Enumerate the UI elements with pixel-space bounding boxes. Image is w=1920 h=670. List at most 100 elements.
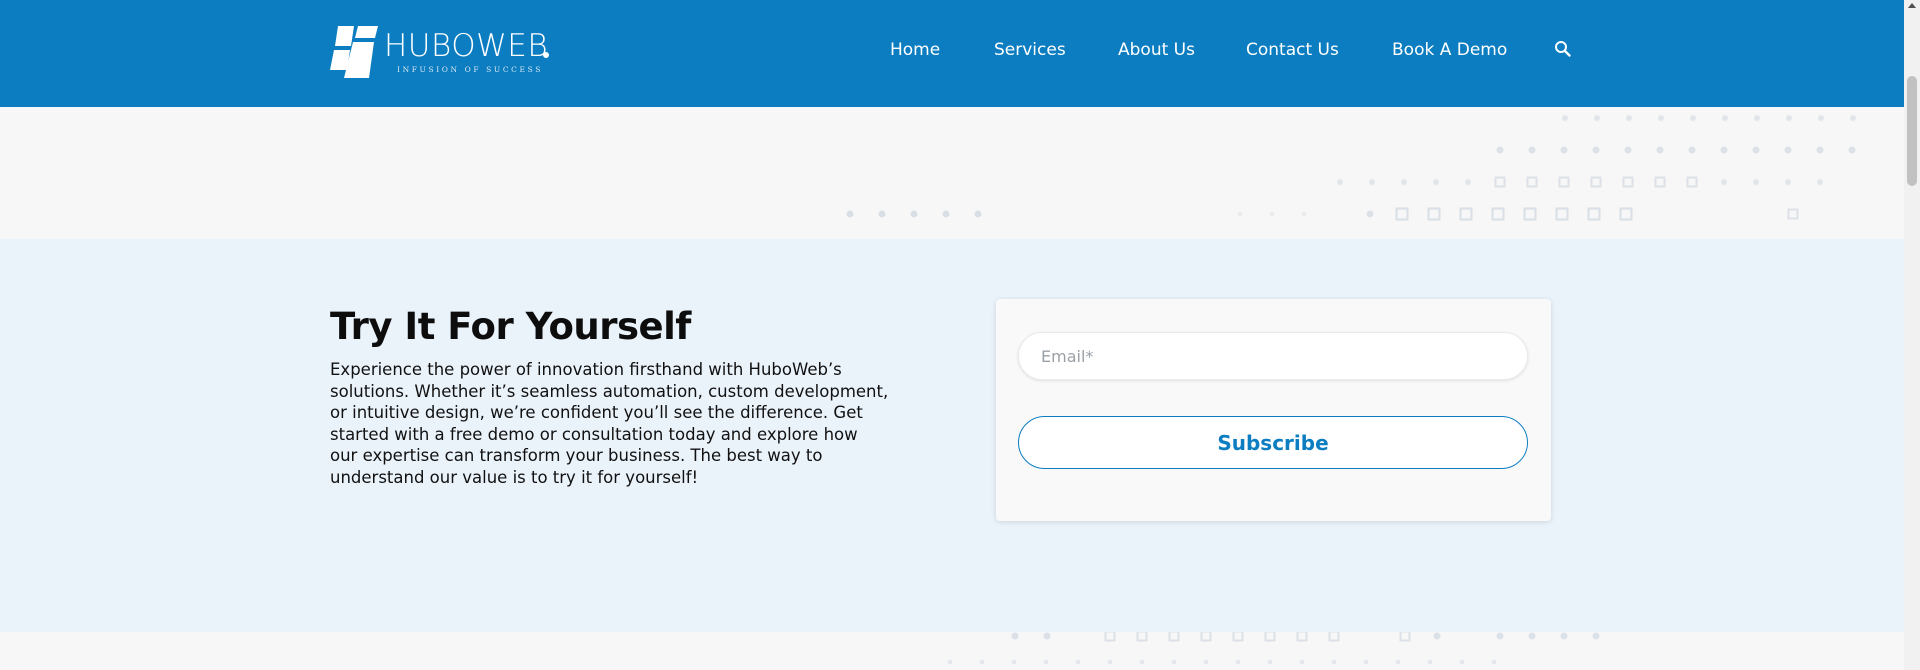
pattern-dot [1752,146,1760,154]
nav-contact-us[interactable]: Contact Us [1246,40,1339,60]
hero-strip [0,107,1904,239]
pattern-dot [1433,179,1439,185]
pattern-square [1296,632,1308,642]
pattern-square [1328,632,1340,642]
pattern-dot [1560,632,1568,640]
pattern-square [1558,176,1570,188]
pattern-dot [947,659,953,665]
pattern-dot [1656,146,1664,154]
pattern-dot [1688,146,1696,154]
pattern-dot [1337,179,1343,185]
pattern-dot [1011,659,1017,665]
pattern-square [1587,207,1601,221]
pattern-dot [1043,632,1051,640]
dot-pattern-decoration-bottom [947,632,1600,665]
pattern-dot [1171,659,1177,665]
pattern-square [1427,207,1441,221]
pattern-dot [1369,179,1375,185]
pattern-dot [1817,179,1823,185]
pattern-dot [1786,115,1792,121]
pattern-square [1264,632,1276,642]
pattern-dot [1624,146,1632,154]
search-icon[interactable] [1554,40,1572,58]
pattern-square [1654,176,1666,188]
logo-mark-icon [330,26,378,78]
pattern-dot [974,210,982,218]
pattern-dot [1722,115,1728,121]
pattern-square [1590,176,1602,188]
pattern-square [1686,176,1698,188]
pattern-square [1494,176,1506,188]
pattern-dot [878,210,886,218]
pattern-square [1136,632,1148,642]
pattern-dot [1496,146,1504,154]
pattern-dot [1465,179,1471,185]
pattern-dot [1721,179,1727,185]
page-scrollbar[interactable] [1904,0,1920,670]
pattern-dot [1459,659,1465,665]
pattern-dot [1139,659,1145,665]
try-it-section: Try It For Yourself Experience the power… [0,239,1904,632]
pattern-square [1491,207,1505,221]
pattern-dot [1592,632,1600,640]
pattern-dot [942,210,950,218]
pattern-dot [1496,632,1504,640]
pattern-dot [1850,115,1856,121]
pattern-square [1787,208,1799,220]
pattern-dot [1235,659,1241,665]
pattern-dot [1754,115,1760,121]
pattern-dot [1528,146,1536,154]
pattern-square [1523,207,1537,221]
subscribe-form-card: Subscribe [996,299,1551,521]
nav-home[interactable]: Home [890,40,940,60]
pattern-dot [1784,146,1792,154]
pattern-dot [1267,659,1273,665]
nav-book-a-demo[interactable]: Book A Demo [1392,40,1507,60]
pattern-dot [1594,115,1600,121]
pattern-dot [1331,659,1337,665]
logo-wordmark: HUBOWEB [384,28,549,64]
try-section-title: Try It For Yourself [330,305,691,348]
dot-pattern-decoration [846,115,1856,221]
pattern-square [1526,176,1538,188]
logo-tagline: INFUSION OF SUCCESS [397,65,543,74]
scroll-up-arrow-icon[interactable] [1908,3,1916,8]
bottom-strip [0,632,1904,670]
pattern-dot [1818,115,1824,121]
pattern-dot [1626,115,1632,121]
pattern-dot [979,659,985,665]
pattern-dot [1203,659,1209,665]
pattern-dot [1427,659,1433,665]
logo-dot [543,52,549,58]
pattern-dot [1816,146,1824,154]
pattern-dot [910,210,918,218]
pattern-dot [1753,179,1759,185]
pattern-square [1104,632,1116,642]
pattern-dot [1237,211,1243,217]
pattern-dot [1658,115,1664,121]
pattern-dot [1690,115,1696,121]
pattern-dot [1560,146,1568,154]
pattern-square [1399,632,1411,642]
pattern-dot [1433,632,1441,640]
site-header: HUBOWEB INFUSION OF SUCCESS Home Service… [0,0,1904,107]
pattern-dot [1395,659,1401,665]
pattern-dot [1043,659,1049,665]
pattern-dot [1107,659,1113,665]
pattern-square [1619,207,1633,221]
email-field[interactable] [1018,332,1528,380]
pattern-square [1555,207,1569,221]
pattern-dot [1269,211,1275,217]
scroll-thumb[interactable] [1907,76,1917,186]
nav-about-us[interactable]: About Us [1118,40,1195,60]
pattern-dot [1848,146,1856,154]
subscribe-button[interactable]: Subscribe [1018,416,1528,469]
pattern-dot [1075,659,1081,665]
pattern-dot [1011,632,1019,640]
pattern-dot [1363,659,1369,665]
nav-services[interactable]: Services [994,40,1066,60]
huboweb-logo[interactable]: HUBOWEB INFUSION OF SUCCESS [330,26,560,78]
pattern-dot [1299,659,1305,665]
pattern-square [1459,207,1473,221]
pattern-dot [1301,211,1307,217]
